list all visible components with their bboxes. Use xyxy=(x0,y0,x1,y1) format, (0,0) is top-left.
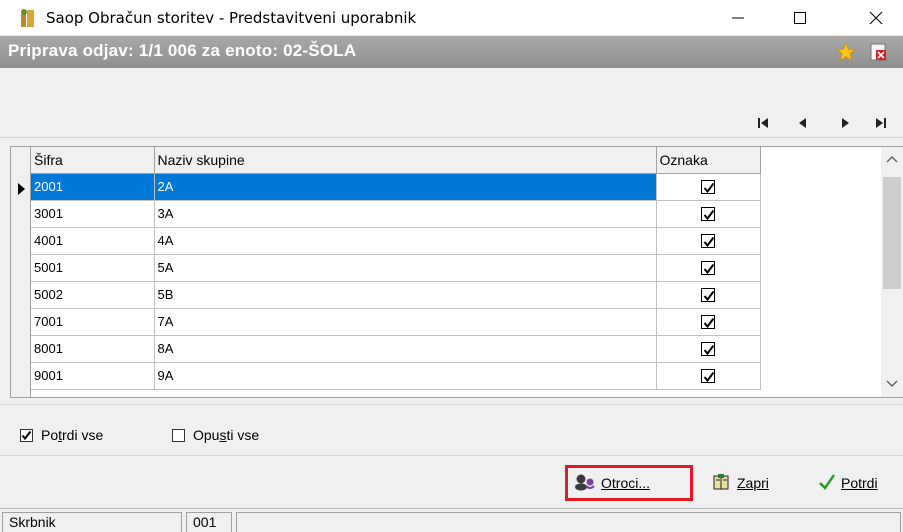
close-button[interactable] xyxy=(846,0,903,36)
groups-table: Šifra Naziv skupine Oznaka 2001 2A 3001 … xyxy=(31,147,761,390)
cell-oznaka[interactable] xyxy=(656,227,761,255)
cell-sifra[interactable]: 5002 xyxy=(31,281,155,309)
scrollbar-thumb[interactable] xyxy=(883,177,901,289)
previous-record-button[interactable] xyxy=(792,112,814,134)
cell-naziv[interactable]: 5A xyxy=(154,254,657,282)
status-bar: Skrbnik 001 xyxy=(0,508,903,532)
oznaka-checkbox[interactable] xyxy=(701,342,715,357)
next-record-button[interactable] xyxy=(834,112,856,134)
status-message xyxy=(236,512,901,532)
exit-icon[interactable] xyxy=(870,43,888,64)
form-header: Priprava odjav: 1/1 006 za enoto: 02-ŠOL… xyxy=(0,36,903,68)
maximize-icon xyxy=(794,12,806,24)
previous-record-icon xyxy=(799,118,806,128)
oznaka-checkbox[interactable] xyxy=(701,180,715,195)
cell-oznaka[interactable] xyxy=(656,173,761,201)
cell-sifra[interactable]: 8001 xyxy=(31,335,155,363)
action-buttons-bar: Otroci... Zapri Potrdi xyxy=(0,455,903,507)
cell-naziv[interactable]: 8A xyxy=(154,335,657,363)
cell-sifra[interactable]: 5001 xyxy=(31,254,155,282)
column-header-sifra[interactable]: Šifra xyxy=(31,147,155,174)
window-titlebar: Saop Obračun storitev - Predstavitveni u… xyxy=(0,0,903,36)
cell-sifra[interactable]: 9001 xyxy=(31,362,155,390)
first-record-button[interactable] xyxy=(752,112,774,134)
close-book-icon xyxy=(712,473,732,494)
last-record-icon xyxy=(876,118,886,128)
last-record-button[interactable] xyxy=(870,112,892,134)
cell-sifra[interactable]: 4001 xyxy=(31,227,155,255)
first-record-icon xyxy=(758,118,768,128)
otroci-button[interactable]: Otroci... xyxy=(565,465,693,501)
zapri-button[interactable]: Zapri xyxy=(706,468,775,498)
maximize-button[interactable] xyxy=(770,0,830,36)
table-row[interactable]: 7001 7A xyxy=(31,308,761,336)
otroci-button-label: Otroci... xyxy=(601,475,651,491)
cell-naziv[interactable]: 7A xyxy=(154,308,657,336)
oznaka-checkbox[interactable] xyxy=(701,207,715,222)
scroll-down-icon[interactable] xyxy=(886,376,898,391)
app-icon xyxy=(20,8,36,28)
close-icon xyxy=(869,11,883,25)
oznaka-checkbox[interactable] xyxy=(701,261,715,276)
window-title: Saop Obračun storitev - Predstavitveni u… xyxy=(46,9,417,27)
table-row[interactable]: 5001 5A xyxy=(31,254,761,282)
column-header-naziv[interactable]: Naziv skupine xyxy=(154,147,657,174)
navigation-toolbar xyxy=(0,68,903,138)
oznaka-checkbox[interactable] xyxy=(701,234,715,249)
minimize-icon xyxy=(732,17,744,19)
checkmark-icon xyxy=(818,473,836,494)
potrdi-button[interactable]: Potrdi xyxy=(812,468,884,498)
table-row[interactable]: 4001 4A xyxy=(31,227,761,255)
form-title: Priprava odjav: 1/1 006 za enoto: 02-ŠOL… xyxy=(8,41,357,60)
cell-oznaka[interactable] xyxy=(656,200,761,228)
cell-oznaka[interactable] xyxy=(656,281,761,309)
options-panel: Potrdi vse Opusti vse xyxy=(0,404,903,454)
opusti-vse-checkbox[interactable]: Opusti vse xyxy=(172,427,259,443)
children-icon xyxy=(574,473,596,494)
cell-sifra[interactable]: 3001 xyxy=(31,200,155,228)
vertical-scrollbar[interactable] xyxy=(881,147,903,397)
potrdi-vse-checkbox[interactable]: Potrdi vse xyxy=(20,427,103,443)
opusti-vse-checkbox-box[interactable] xyxy=(172,428,185,442)
status-role: Skrbnik xyxy=(2,512,182,532)
column-header-oznaka[interactable]: Oznaka xyxy=(656,147,761,174)
next-record-icon xyxy=(842,118,849,128)
oznaka-checkbox[interactable] xyxy=(701,315,715,330)
cell-oznaka[interactable] xyxy=(656,362,761,390)
groups-grid[interactable]: Šifra Naziv skupine Oznaka 2001 2A 3001 … xyxy=(10,146,903,398)
table-row[interactable]: 9001 9A xyxy=(31,362,761,390)
zapri-button-label: Zapri xyxy=(737,475,769,491)
star-icon[interactable] xyxy=(835,41,857,65)
cell-oznaka[interactable] xyxy=(656,254,761,282)
current-row-indicator-icon xyxy=(11,175,31,202)
table-row[interactable]: 3001 3A xyxy=(31,200,761,228)
scroll-up-icon[interactable] xyxy=(886,151,898,166)
cell-sifra[interactable]: 7001 xyxy=(31,308,155,336)
cell-sifra[interactable]: 2001 xyxy=(31,173,155,201)
cell-oznaka[interactable] xyxy=(656,335,761,363)
table-row[interactable]: 2001 2A xyxy=(31,173,761,201)
cell-naziv[interactable]: 5B xyxy=(154,281,657,309)
cell-naziv[interactable]: 2A xyxy=(154,173,657,201)
cell-naziv[interactable]: 9A xyxy=(154,362,657,390)
potrdi-vse-checkbox-box[interactable] xyxy=(20,428,33,442)
oznaka-checkbox[interactable] xyxy=(701,369,715,384)
table-row[interactable]: 5002 5B xyxy=(31,281,761,309)
cell-oznaka[interactable] xyxy=(656,308,761,336)
minimize-button[interactable] xyxy=(708,0,768,36)
opusti-vse-label: Opusti vse xyxy=(193,427,260,443)
cell-naziv[interactable]: 3A xyxy=(154,200,657,228)
cell-naziv[interactable]: 4A xyxy=(154,227,657,255)
status-code: 001 xyxy=(186,512,232,532)
potrdi-button-label: Potrdi xyxy=(841,475,878,491)
oznaka-checkbox[interactable] xyxy=(701,288,715,303)
potrdi-vse-label: Potrdi vse xyxy=(41,427,104,443)
table-row[interactable]: 8001 8A xyxy=(31,335,761,363)
